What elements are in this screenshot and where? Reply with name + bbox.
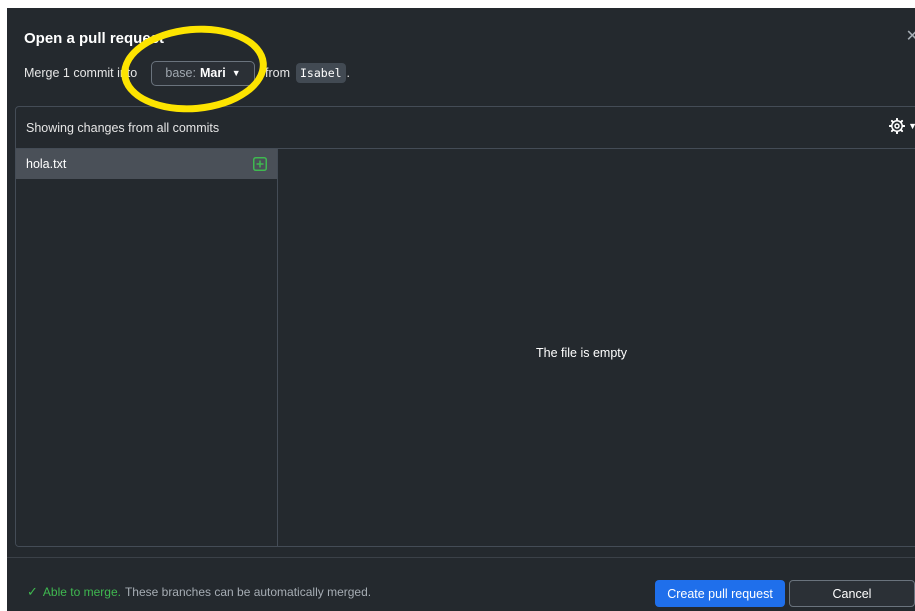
dialog-footer: ✓ Able to merge. These branches can be a… (7, 557, 915, 611)
dialog-title: Open a pull request (24, 30, 165, 47)
merge-status: ✓ Able to merge. These branches can be a… (27, 584, 371, 600)
create-pull-request-button[interactable]: Create pull request (655, 580, 785, 607)
base-branch-name: Mari (199, 66, 226, 80)
file-name: hola.txt (26, 157, 67, 171)
diff-content-pane: The file is empty (278, 149, 915, 546)
from-label: from (265, 66, 290, 80)
able-to-merge-label: Able to merge. (42, 585, 121, 599)
compare-branch-chip: Isabel (296, 63, 346, 83)
chevron-down-icon: ▼ (231, 68, 241, 78)
pull-request-dialog: Open a pull request ✕ Merge 1 commit int… (7, 8, 915, 611)
close-icon[interactable]: ✕ (906, 26, 915, 46)
summary-period: . (346, 66, 351, 80)
showing-changes-label: Showing changes from all commits (26, 120, 220, 135)
dialog-header: Open a pull request ✕ Merge 1 commit int… (7, 8, 915, 95)
file-added-icon (253, 157, 267, 171)
empty-file-message: The file is empty (535, 345, 627, 360)
diff-toolbar: Showing changes from all commits (16, 107, 915, 149)
file-list-item[interactable]: hola.txt (16, 149, 277, 179)
merge-prefix: Merge 1 commit into (24, 66, 138, 80)
gear-icon (889, 118, 906, 134)
changed-files-list: hola.txt (16, 149, 278, 546)
chevron-down-icon: ▼ (908, 121, 915, 131)
cancel-button[interactable]: Cancel (789, 580, 915, 607)
base-branch-dropdown[interactable]: base: Mari ▼ (151, 60, 255, 86)
diff-settings-button[interactable]: ▼ (889, 118, 915, 134)
check-icon: ✓ (27, 584, 38, 599)
merge-summary: Merge 1 commit into base: Mari ▼ from Is… (24, 60, 350, 86)
merge-detail-text: These branches can be automatically merg… (124, 585, 372, 599)
base-label: base: (165, 66, 196, 80)
diff-viewer: Showing changes from all commits hola.tx… (15, 106, 915, 547)
